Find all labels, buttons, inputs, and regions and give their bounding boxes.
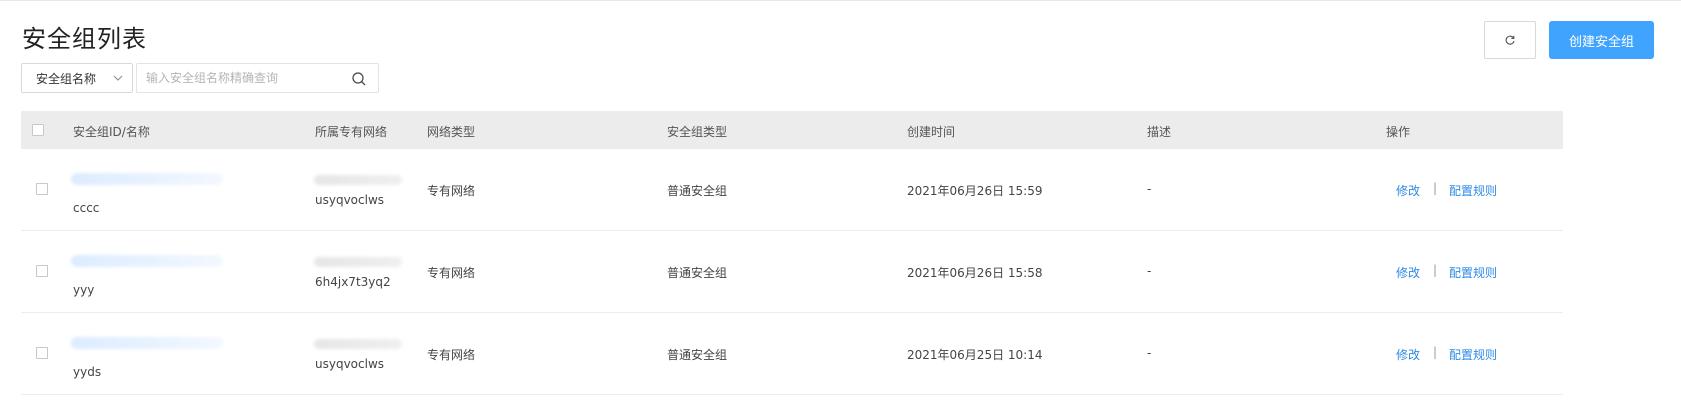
vpc-id-suffix: usyqvoclws xyxy=(315,357,385,371)
search-icon[interactable] xyxy=(352,72,366,86)
action-separator: | xyxy=(1433,345,1438,359)
edit-link[interactable]: 修改 xyxy=(1396,182,1420,199)
created-time: 2021年06月26日 15:58 xyxy=(907,266,1043,280)
page-frame: 安全组列表 创建安全组 安全组名称 安全组ID/名称 所属专有网络 网络类型 安… xyxy=(0,0,1681,417)
redacted-group-id[interactable] xyxy=(71,173,223,185)
header-id-name: 安全组ID/名称 xyxy=(73,125,150,139)
header-network-type: 网络类型 xyxy=(427,125,476,139)
filter-field-label: 安全组名称 xyxy=(36,71,97,86)
row-checkbox[interactable] xyxy=(36,347,48,359)
table-row: cccc usyqvoclws 专有网络 普通安全组 2021年06月26日 1… xyxy=(21,149,1563,231)
redacted-vpc-id xyxy=(314,339,402,349)
table-row: yyy 6h4jx7t3yq2 专有网络 普通安全组 2021年06月26日 1… xyxy=(21,231,1563,313)
row-checkbox[interactable] xyxy=(36,265,48,277)
search-box xyxy=(136,63,379,93)
table-header: 安全组ID/名称 所属专有网络 网络类型 安全组类型 创建时间 描述 操作 xyxy=(21,111,1563,149)
table-row: yyds usyqvoclws 专有网络 普通安全组 2021年06月25日 1… xyxy=(21,313,1563,395)
edit-link[interactable]: 修改 xyxy=(1396,346,1420,363)
created-time: 2021年06月26日 15:59 xyxy=(907,184,1043,198)
header-vpc: 所属专有网络 xyxy=(315,125,388,139)
select-all-checkbox[interactable] xyxy=(32,124,44,136)
refresh-button[interactable] xyxy=(1484,21,1536,59)
header-actions: 操作 xyxy=(1386,125,1411,139)
vpc-id-suffix: 6h4jx7t3yq2 xyxy=(315,275,391,289)
configure-rules-link[interactable]: 配置规则 xyxy=(1449,346,1497,363)
create-security-group-button[interactable]: 创建安全组 xyxy=(1549,21,1654,59)
description: - xyxy=(1147,182,1152,196)
group-name: yyds xyxy=(73,365,102,379)
configure-rules-link[interactable]: 配置规则 xyxy=(1449,182,1497,199)
refresh-icon xyxy=(1505,35,1515,45)
filter-field-select[interactable]: 安全组名称 xyxy=(21,63,133,93)
redacted-vpc-id xyxy=(314,175,402,185)
group-type: 普通安全组 xyxy=(667,348,728,362)
action-separator: | xyxy=(1433,263,1438,277)
header-description: 描述 xyxy=(1147,125,1172,139)
description: - xyxy=(1147,346,1152,360)
vpc-id-suffix: usyqvoclws xyxy=(315,193,385,207)
network-type: 专有网络 xyxy=(427,266,476,280)
group-name: yyy xyxy=(73,283,95,297)
security-group-table: 安全组ID/名称 所属专有网络 网络类型 安全组类型 创建时间 描述 操作 cc… xyxy=(21,111,1563,395)
chevron-down-icon xyxy=(113,75,123,81)
header-created: 创建时间 xyxy=(907,125,956,139)
group-type: 普通安全组 xyxy=(667,266,728,280)
edit-link[interactable]: 修改 xyxy=(1396,264,1420,281)
created-time: 2021年06月25日 10:14 xyxy=(907,348,1043,362)
row-checkbox[interactable] xyxy=(36,183,48,195)
header-group-type: 安全组类型 xyxy=(667,125,728,139)
page-title: 安全组列表 xyxy=(22,25,147,53)
redacted-group-id[interactable] xyxy=(71,337,223,349)
configure-rules-link[interactable]: 配置规则 xyxy=(1449,264,1497,281)
network-type: 专有网络 xyxy=(427,184,476,198)
action-separator: | xyxy=(1433,181,1438,195)
group-name: cccc xyxy=(73,201,100,215)
network-type: 专有网络 xyxy=(427,348,476,362)
group-type: 普通安全组 xyxy=(667,184,728,198)
redacted-vpc-id xyxy=(314,257,402,267)
search-input[interactable] xyxy=(146,68,346,88)
description: - xyxy=(1147,264,1152,278)
redacted-group-id[interactable] xyxy=(71,255,223,267)
